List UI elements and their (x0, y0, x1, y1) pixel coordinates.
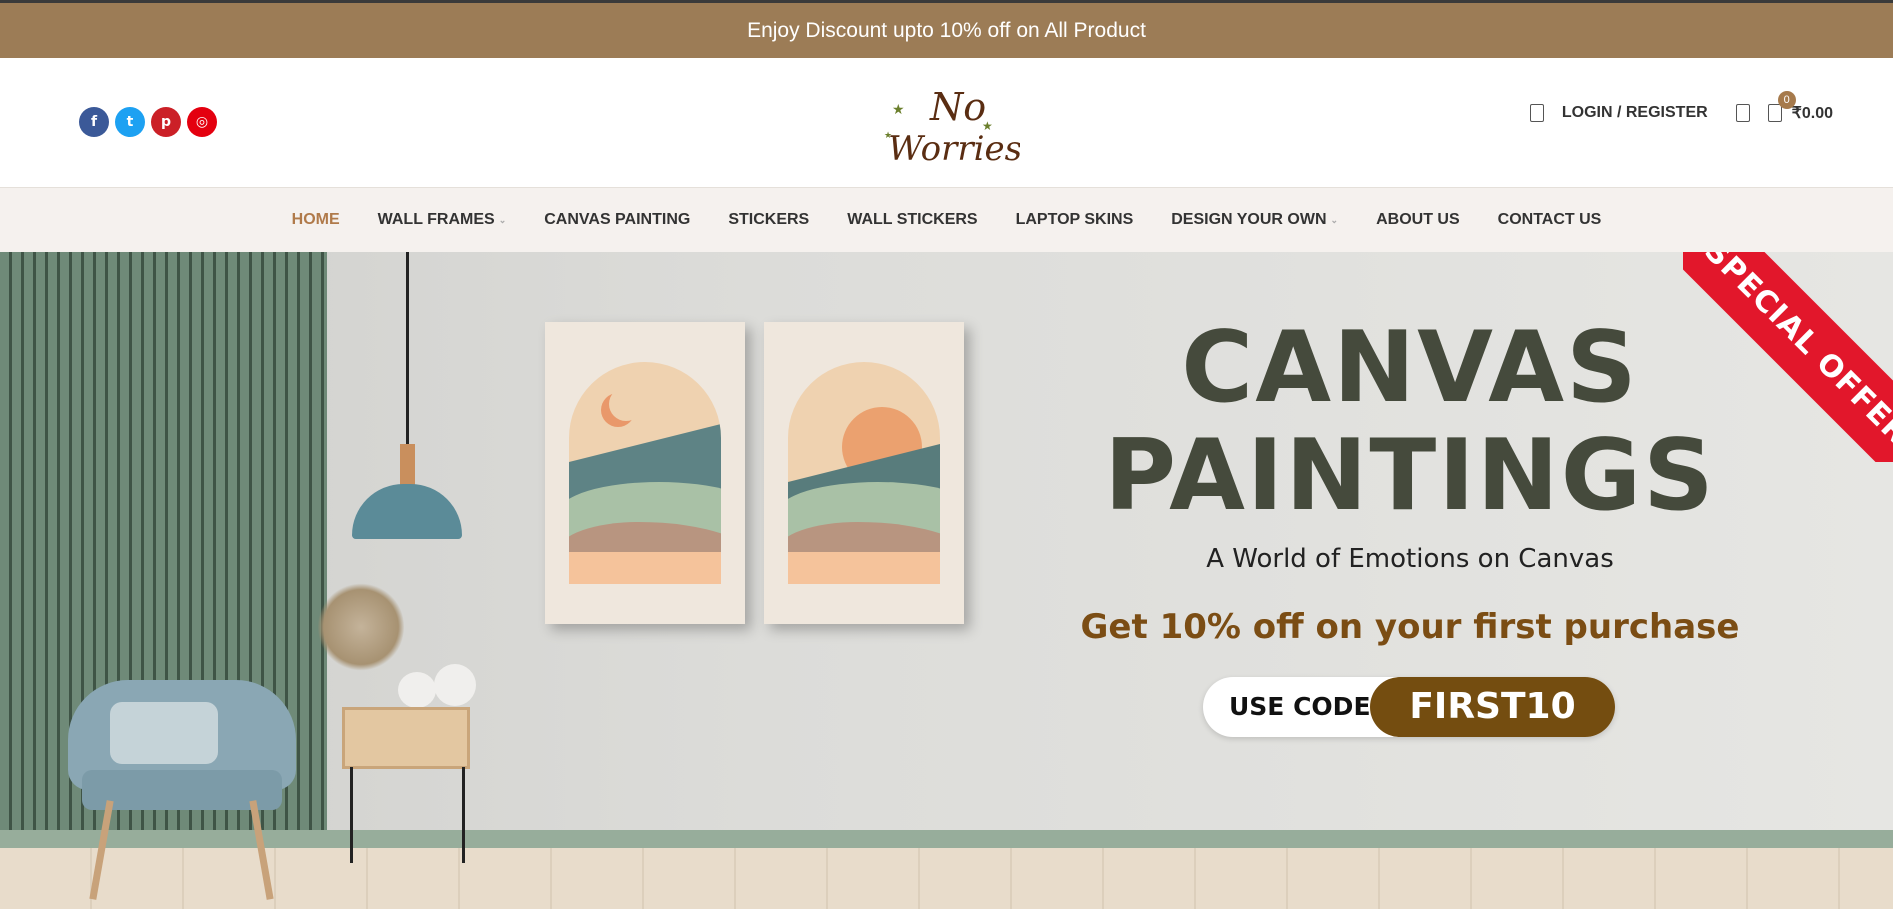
logo-graphic: No Worries ★ ★ ★ (884, 85, 1022, 169)
svg-text:★: ★ (982, 119, 993, 133)
login-register-link[interactable]: LOGIN / REGISTER (1562, 104, 1708, 122)
twitter-icon[interactable]: t (115, 107, 145, 137)
lamp-cord (406, 252, 409, 444)
header-actions: LOGIN / REGISTER 0 ₹0.00 (1529, 91, 1833, 123)
coupon-code-box: USE CODE FIRST10 (1203, 677, 1615, 737)
nav-item-about-us[interactable]: ABOUT US (1357, 211, 1479, 229)
dried-flowers-vase (318, 582, 404, 672)
nav-item-design-your-own[interactable]: DESIGN YOUR OWN ⌄ (1152, 211, 1357, 229)
announcement-text: Enjoy Discount upto 10% off on All Produ… (747, 18, 1146, 42)
special-offer-ribbon: SPECIAL OFFER (1683, 252, 1893, 462)
svg-text:★: ★ (884, 130, 892, 140)
nav-item-laptop-skins[interactable]: LAPTOP SKINS (997, 211, 1153, 229)
instagram-icon[interactable]: ◎ (187, 107, 217, 137)
pinterest-icon[interactable]: p (151, 107, 181, 137)
hero-offer: Get 10% off on your first purchase (1080, 607, 1740, 647)
nav-item-wall-frames[interactable]: WALL FRAMES ⌄ (359, 211, 526, 229)
hero-subtitle: A World of Emotions on Canvas (1206, 544, 1614, 574)
announcement-bar: Enjoy Discount upto 10% off on All Produ… (0, 0, 1893, 58)
plant-pot (434, 664, 476, 706)
table-leg (462, 767, 465, 863)
nav-item-wall-stickers[interactable]: WALL STICKERS (828, 211, 996, 229)
table-leg (350, 767, 353, 863)
floor (0, 848, 1893, 909)
canvas-art-left (545, 322, 745, 624)
wishlist-icon[interactable] (1735, 104, 1750, 122)
nav-item-home[interactable]: HOME (273, 211, 359, 229)
cart-total: ₹0.00 (1791, 105, 1833, 122)
site-logo[interactable]: No Worries ★ ★ ★ (880, 80, 1022, 169)
nav-item-contact-us[interactable]: CONTACT US (1479, 211, 1621, 229)
nav-item-canvas-painting[interactable]: CANVAS PAINTING (525, 211, 709, 229)
svg-text:No: No (929, 85, 986, 129)
plant-pot (398, 672, 436, 708)
hero-headline: CANVAS PAINTINGS (1104, 311, 1716, 533)
cart-count-badge: 0 (1777, 91, 1796, 109)
pendant-lamp (352, 484, 462, 539)
chevron-down-icon: ⌄ (498, 214, 507, 225)
facebook-icon[interactable]: f (79, 107, 109, 137)
social-links: f t p ◎ (79, 107, 217, 137)
hero-banner[interactable]: CANVAS PAINTINGS A World of Emotions on … (0, 252, 1893, 909)
svg-text:★: ★ (892, 101, 905, 117)
side-table (342, 707, 470, 769)
chevron-down-icon: ⌄ (1330, 214, 1339, 225)
canvas-art-right (764, 322, 964, 624)
armchair (68, 680, 296, 900)
cart-button[interactable]: 0 ₹0.00 (1767, 91, 1833, 123)
main-nav: HOME WALL FRAMES ⌄ CANVAS PAINTING STICKE… (0, 188, 1893, 252)
coupon-code: FIRST10 (1370, 677, 1615, 737)
cart-icon (1767, 104, 1782, 122)
user-icon[interactable] (1529, 104, 1544, 122)
svg-text:Worries: Worries (888, 129, 1020, 168)
site-header: f t p ◎ No Worries ★ ★ ★ LOGIN / REGISTE… (0, 58, 1893, 188)
nav-item-stickers[interactable]: STICKERS (709, 211, 828, 229)
coupon-label: USE CODE (1229, 692, 1371, 721)
